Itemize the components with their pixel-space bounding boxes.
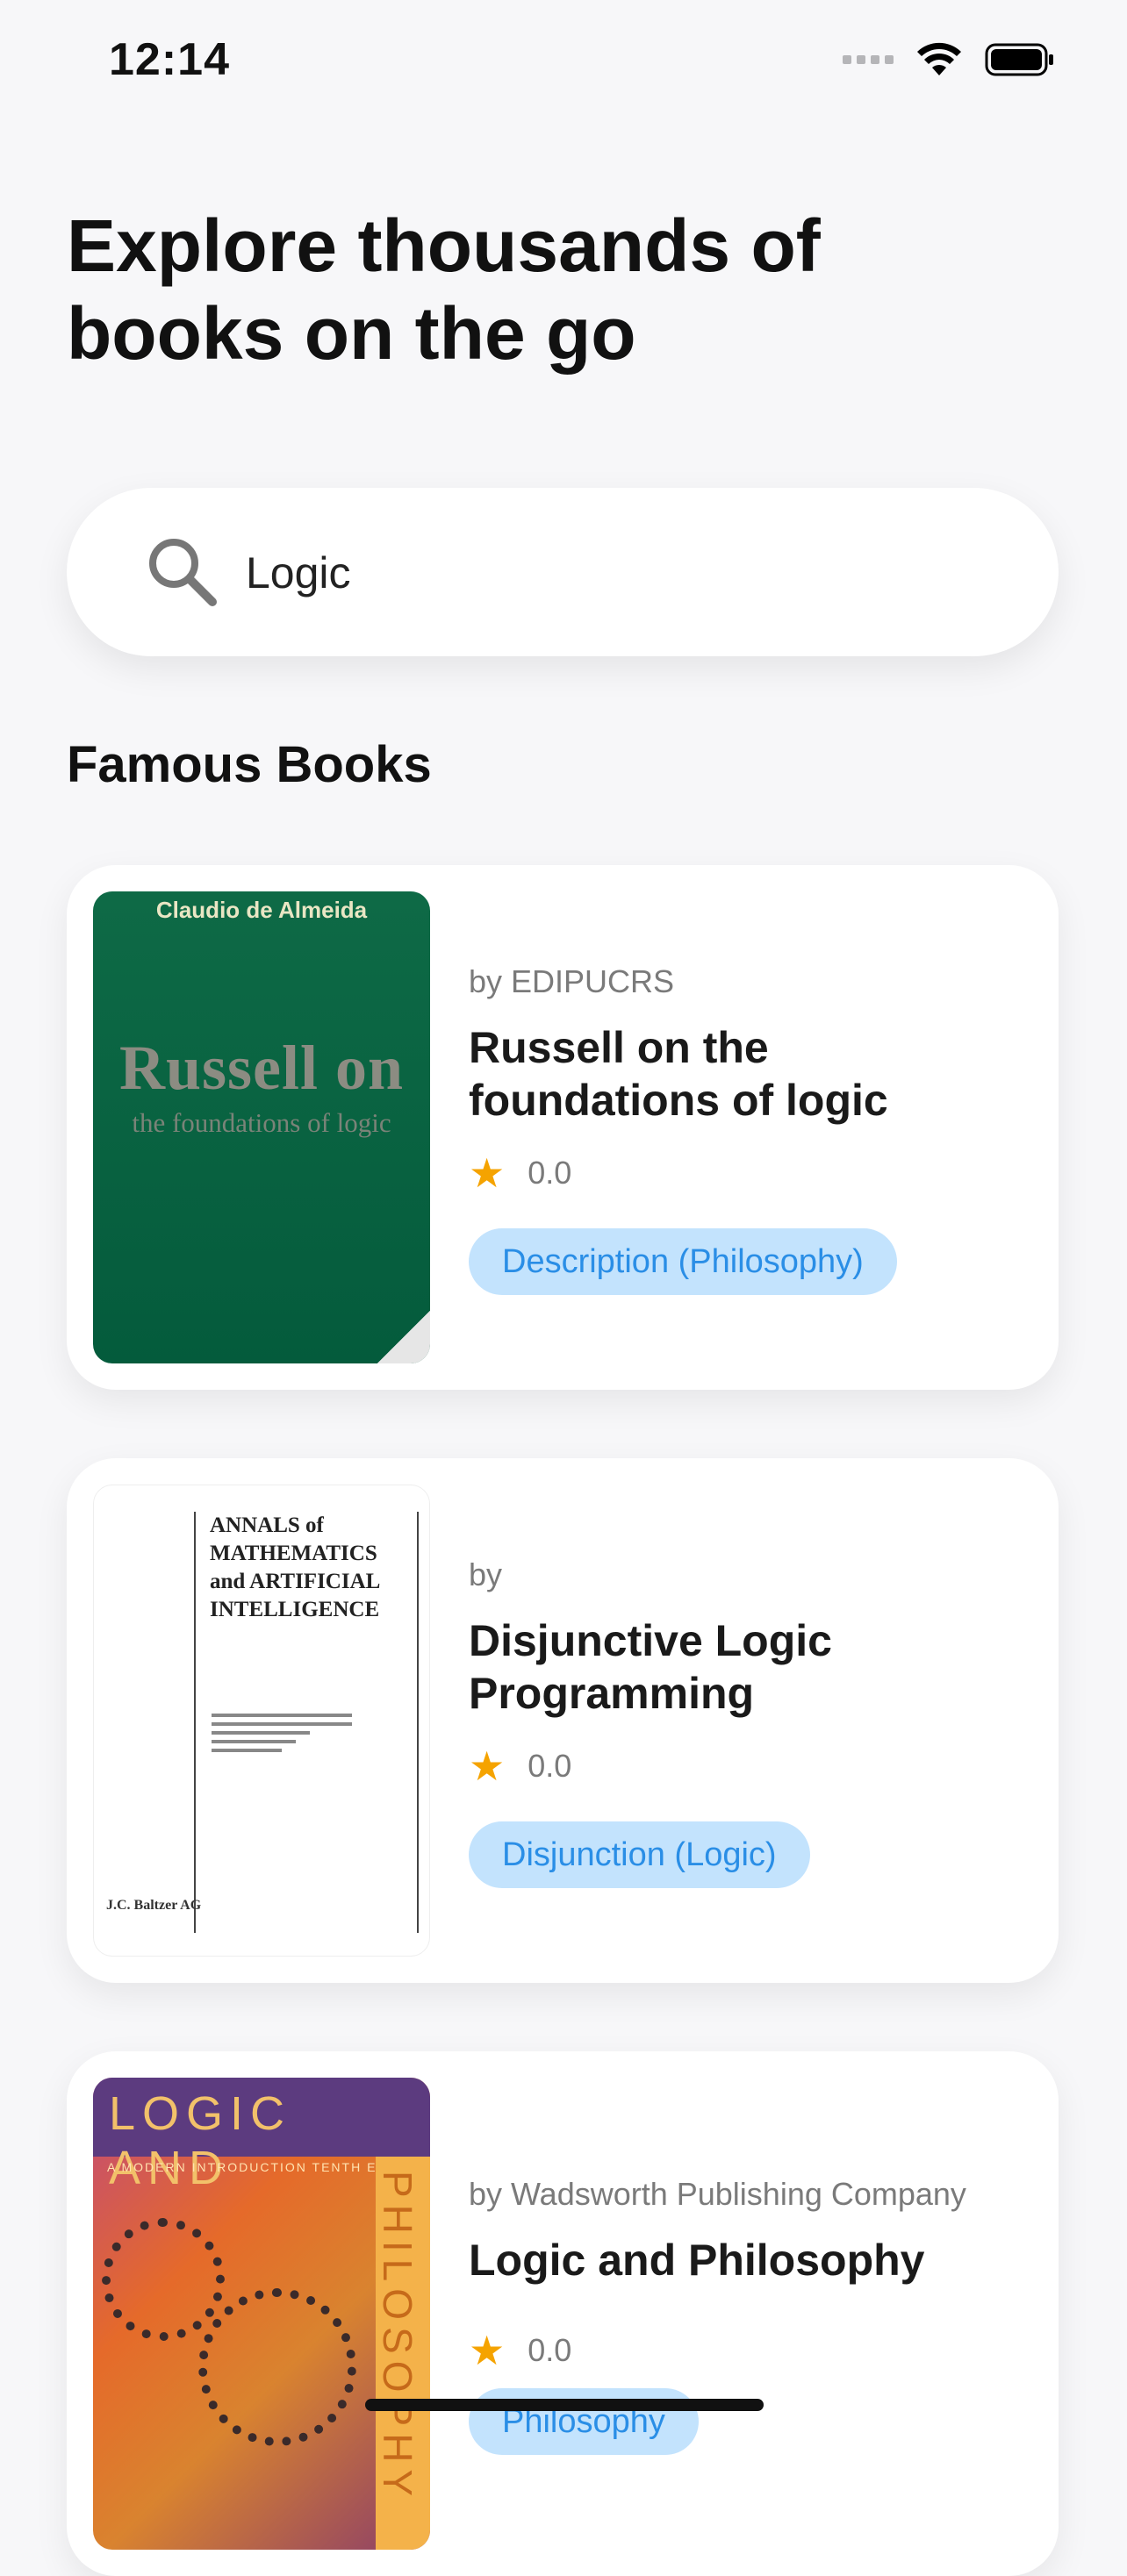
cover-subtitle-text: the foundations of logic	[132, 1107, 391, 1138]
book-cover-image: LOGIC AND A MODERN INTRODUCTION TENTH ED…	[93, 2078, 430, 2550]
rating-value: 0.0	[528, 1748, 572, 1784]
book-rating: ★ 0.0	[469, 2330, 571, 2371]
book-card[interactable]: Claudio de Almeida Russell on the founda…	[67, 865, 1059, 1390]
section-title: Famous Books	[67, 736, 432, 793]
book-title: Logic and Philosophy	[469, 2236, 925, 2285]
home-indicator[interactable]	[365, 2399, 764, 2411]
cover-vertical-title: PHILOSOPHY	[375, 2171, 420, 2504]
book-category-tag[interactable]: Disjunction (Logic)	[469, 1821, 810, 1888]
status-bar: 12:14	[0, 0, 1127, 132]
star-icon: ★	[469, 2328, 506, 2373]
gear-graphic	[102, 2218, 225, 2341]
book-rating: ★ 0.0	[469, 1153, 571, 1193]
star-icon: ★	[469, 1150, 506, 1196]
book-author: by EDIPUCRS	[469, 963, 675, 999]
search-bar[interactable]	[67, 488, 1059, 656]
book-title: Russell on the foundations of logic	[469, 1023, 888, 1125]
book-card[interactable]: LOGIC AND A MODERN INTRODUCTION TENTH ED…	[67, 2051, 1059, 2576]
cover-title-text: ANNALS of MATHEMATICS and ARTIFICIAL INT…	[210, 1513, 380, 1621]
cover-text-lines	[212, 1714, 352, 1757]
gear-graphic	[198, 2288, 356, 2446]
page-headline: Explore thousands of books on the go	[67, 204, 821, 375]
cover-author-text: Claudio de Almeida	[155, 897, 368, 923]
book-info: by Disjunctive Logic Programming ★ 0.0 D…	[469, 1458, 1030, 1983]
cellular-signal-icon	[843, 55, 894, 64]
search-input[interactable]	[244, 537, 967, 609]
cover-title-text: Russell on	[118, 1033, 405, 1103]
cover-publisher-text: J.C. Baltzer AG	[106, 1898, 202, 1913]
book-author: by Wadsworth Publishing Company	[469, 2176, 966, 2212]
book-cover-image: ANNALS of MATHEMATICS and ARTIFICIAL INT…	[93, 1485, 430, 1957]
book-info: by Wadsworth Publishing Company Logic an…	[469, 2051, 1030, 2576]
status-icons	[843, 42, 1055, 77]
book-rating: ★ 0.0	[469, 1746, 571, 1786]
battery-icon	[985, 42, 1055, 77]
book-card[interactable]: ANNALS of MATHEMATICS and ARTIFICIAL INT…	[67, 1458, 1059, 1983]
wifi-icon	[916, 42, 962, 77]
star-icon: ★	[469, 1743, 506, 1789]
book-title: Disjunctive Logic Programming	[469, 1616, 832, 1718]
book-category-tag[interactable]: Description (Philosophy)	[469, 1228, 897, 1295]
book-author: by	[469, 1556, 503, 1592]
book-cover-image: Claudio de Almeida Russell on the founda…	[93, 891, 430, 1363]
rating-value: 0.0	[528, 2332, 572, 2368]
rating-value: 0.0	[528, 1155, 572, 1191]
status-time: 12:14	[109, 34, 230, 85]
book-info: by EDIPUCRS Russell on the foundations o…	[469, 865, 1030, 1390]
cover-page-curl	[377, 1311, 430, 1363]
search-icon	[146, 535, 219, 613]
